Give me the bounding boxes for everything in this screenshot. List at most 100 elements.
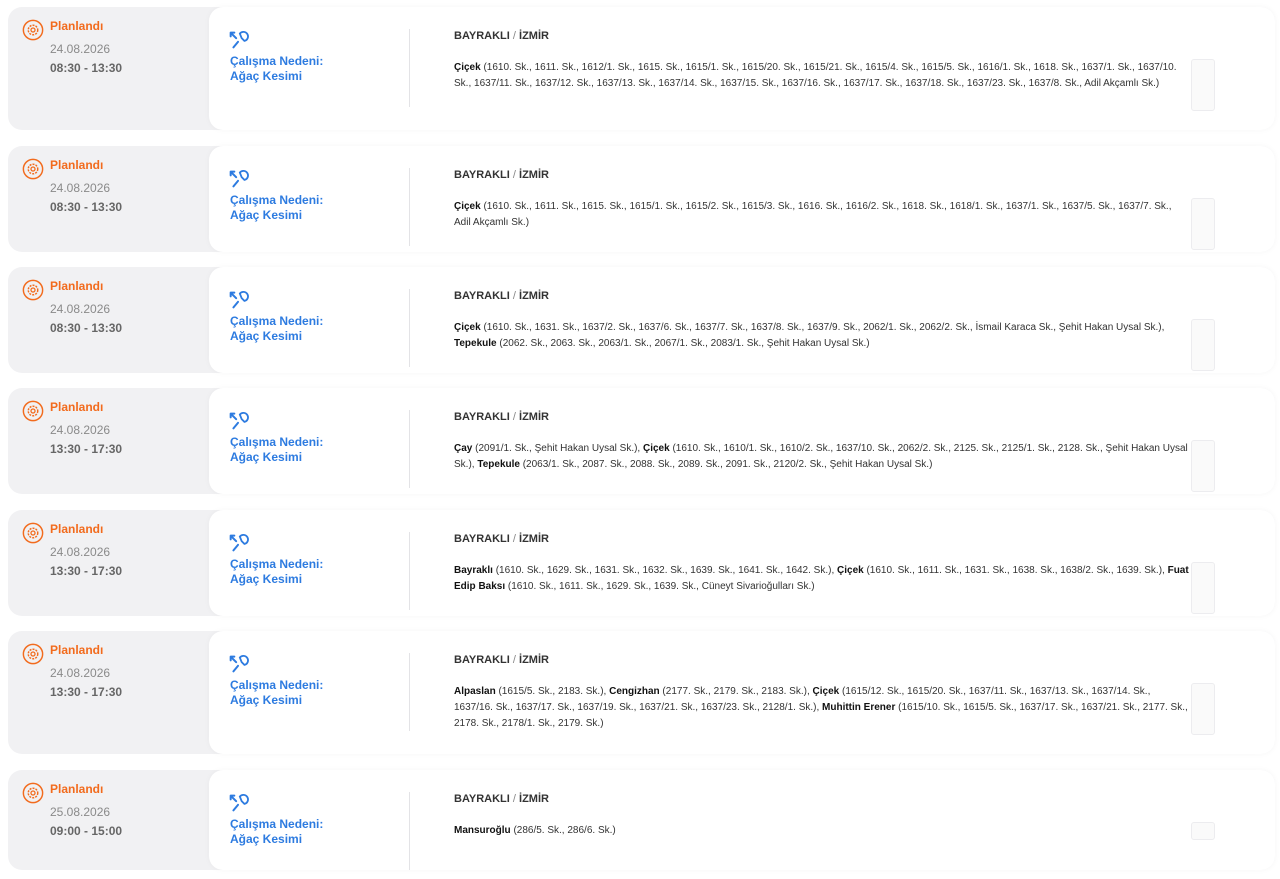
tools-icon xyxy=(229,654,249,673)
gear-icon xyxy=(22,19,44,41)
card-side-box xyxy=(1191,822,1215,840)
neighborhood-name: Çiçek xyxy=(454,322,481,333)
work-reason-title: Çalışma Nedeni: xyxy=(230,193,324,207)
divider xyxy=(409,410,410,488)
divider xyxy=(409,792,410,870)
outage-card[interactable]: Planlandı 24.08.2026 13:30 - 17:30 Çalış… xyxy=(8,388,1275,494)
outage-card[interactable]: Planlandı 24.08.2026 08:30 - 13:30 Çalış… xyxy=(8,7,1275,130)
work-reason-value: Ağaç Kesimi xyxy=(230,208,303,222)
work-reason-value: Ağaç Kesimi xyxy=(230,693,303,707)
city-name: İZMİR xyxy=(519,793,549,805)
tools-icon xyxy=(229,411,249,430)
outage-time: 13:30 - 17:30 xyxy=(50,564,123,578)
outage-date: 25.08.2026 xyxy=(50,805,111,819)
neighborhood-name: Çay xyxy=(454,443,473,454)
city-name: İZMİR xyxy=(519,30,549,42)
work-reason: Çalışma Nedeni: Ağaç Kesimi xyxy=(230,314,400,344)
affected-streets: Çiçek (1610. Sk., 1611. Sk., 1612/1. Sk.… xyxy=(454,60,1189,92)
gear-icon xyxy=(22,158,44,180)
card-side-box xyxy=(1191,59,1215,111)
status-column: Planlandı 24.08.2026 13:30 - 17:30 xyxy=(8,510,208,616)
outage-detail-panel: Çalışma Nedeni: Ağaç Kesimi BAYRAKLI / İ… xyxy=(209,770,1275,870)
outage-list: Planlandı 24.08.2026 08:30 - 13:30 Çalış… xyxy=(0,0,1280,879)
city-name: İZMİR xyxy=(519,290,549,302)
neighborhood-name: Mansuroğlu xyxy=(454,825,511,836)
outage-time: 09:00 - 15:00 xyxy=(50,824,123,838)
location: BAYRAKLI / İZMİR xyxy=(454,411,549,423)
work-reason-title: Çalışma Nedeni: xyxy=(230,54,324,68)
work-reason: Çalışma Nedeni: Ağaç Kesimi xyxy=(230,817,400,847)
work-reason-value: Ağaç Kesimi xyxy=(230,450,303,464)
gear-icon xyxy=(22,782,44,804)
status-badge: Planlandı xyxy=(50,522,104,536)
outage-card[interactable]: Planlandı 24.08.2026 08:30 - 13:30 Çalış… xyxy=(8,267,1275,373)
neighborhood-name: Çiçek xyxy=(837,565,864,576)
location: BAYRAKLI / İZMİR xyxy=(454,290,549,302)
status-badge: Planlandı xyxy=(50,782,104,796)
outage-card[interactable]: Planlandı 24.08.2026 13:30 - 17:30 Çalış… xyxy=(8,631,1275,754)
street-list: (2062. Sk., 2063. Sk., 2063/1. Sk., 2067… xyxy=(496,338,870,349)
work-reason: Çalışma Nedeni: Ağaç Kesimi xyxy=(230,678,400,708)
outage-detail-panel: Çalışma Nedeni: Ağaç Kesimi BAYRAKLI / İ… xyxy=(209,388,1275,494)
affected-streets: Çiçek (1610. Sk., 1631. Sk., 1637/2. Sk.… xyxy=(454,320,1189,352)
outage-card[interactable]: Planlandı 25.08.2026 09:00 - 15:00 Çalış… xyxy=(8,770,1275,870)
street-list: (1610. Sk., 1631. Sk., 1637/2. Sk., 1637… xyxy=(480,322,1165,333)
tools-icon xyxy=(229,30,249,49)
card-side-box xyxy=(1191,562,1215,614)
outage-date: 24.08.2026 xyxy=(50,42,111,56)
gear-icon xyxy=(22,400,44,422)
status-badge: Planlandı xyxy=(50,643,104,657)
city-name: İZMİR xyxy=(519,169,549,181)
location: BAYRAKLI / İZMİR xyxy=(454,30,549,42)
district-name: BAYRAKLI xyxy=(454,290,510,302)
district-name: BAYRAKLI xyxy=(454,533,510,545)
street-list: (1610. Sk., 1629. Sk., 1631. Sk., 1632. … xyxy=(492,565,838,576)
status-badge: Planlandı xyxy=(50,400,104,414)
street-list: (1610. Sk., 1611. Sk., 1615. Sk., 1615/1… xyxy=(454,201,1172,228)
divider xyxy=(409,653,410,731)
neighborhood-name: Çiçek xyxy=(812,686,840,697)
street-list: (2091/1. Sk., Şehit Hakan Uysal Sk.), xyxy=(472,443,643,454)
city-name: İZMİR xyxy=(519,411,549,423)
affected-streets: Çiçek (1610. Sk., 1611. Sk., 1615. Sk., … xyxy=(454,199,1189,231)
work-reason-value: Ağaç Kesimi xyxy=(230,832,303,846)
gear-icon xyxy=(22,643,44,665)
outage-card[interactable]: Planlandı 24.08.2026 13:30 - 17:30 Çalış… xyxy=(8,510,1275,616)
status-column: Planlandı 24.08.2026 13:30 - 17:30 xyxy=(8,388,208,494)
location: BAYRAKLI / İZMİR xyxy=(454,533,549,545)
outage-time: 13:30 - 17:30 xyxy=(50,685,123,699)
neighborhood-name: Muhittin Erener xyxy=(822,702,896,713)
city-name: İZMİR xyxy=(519,654,549,666)
divider xyxy=(409,168,410,246)
gear-icon xyxy=(22,279,44,301)
neighborhood-name: Çiçek xyxy=(454,62,481,73)
outage-card[interactable]: Planlandı 24.08.2026 08:30 - 13:30 Çalış… xyxy=(8,146,1275,252)
outage-date: 24.08.2026 xyxy=(50,545,111,559)
affected-streets: Çay (2091/1. Sk., Şehit Hakan Uysal Sk.)… xyxy=(454,441,1189,473)
street-list: (2063/1. Sk., 2087. Sk., 2088. Sk., 2089… xyxy=(519,459,933,470)
divider xyxy=(409,29,410,107)
divider xyxy=(409,532,410,610)
card-side-box xyxy=(1191,683,1215,735)
status-column: Planlandı 24.08.2026 08:30 - 13:30 xyxy=(8,267,208,373)
outage-detail-panel: Çalışma Nedeni: Ağaç Kesimi BAYRAKLI / İ… xyxy=(209,510,1275,616)
status-badge: Planlandı xyxy=(50,19,104,33)
district-name: BAYRAKLI xyxy=(454,654,510,666)
outage-detail-panel: Çalışma Nedeni: Ağaç Kesimi BAYRAKLI / İ… xyxy=(209,631,1275,754)
work-reason: Çalışma Nedeni: Ağaç Kesimi xyxy=(230,54,400,84)
status-column: Planlandı 24.08.2026 08:30 - 13:30 xyxy=(8,146,208,252)
affected-streets: Bayraklı (1610. Sk., 1629. Sk., 1631. Sk… xyxy=(454,563,1189,595)
status-badge: Planlandı xyxy=(50,158,104,172)
street-list: (1615/5. Sk., 2183. Sk.), xyxy=(495,686,610,697)
location: BAYRAKLI / İZMİR xyxy=(454,169,549,181)
outage-date: 24.08.2026 xyxy=(50,423,111,437)
card-side-box xyxy=(1191,440,1215,492)
work-reason-value: Ağaç Kesimi xyxy=(230,572,303,586)
status-column: Planlandı 24.08.2026 13:30 - 17:30 xyxy=(8,631,208,754)
street-list: (2177. Sk., 2179. Sk., 2183. Sk.), xyxy=(659,686,813,697)
district-name: BAYRAKLI xyxy=(454,169,510,181)
status-badge: Planlandı xyxy=(50,279,104,293)
district-name: BAYRAKLI xyxy=(454,411,510,423)
work-reason-value: Ağaç Kesimi xyxy=(230,329,303,343)
work-reason-title: Çalışma Nedeni: xyxy=(230,817,324,831)
